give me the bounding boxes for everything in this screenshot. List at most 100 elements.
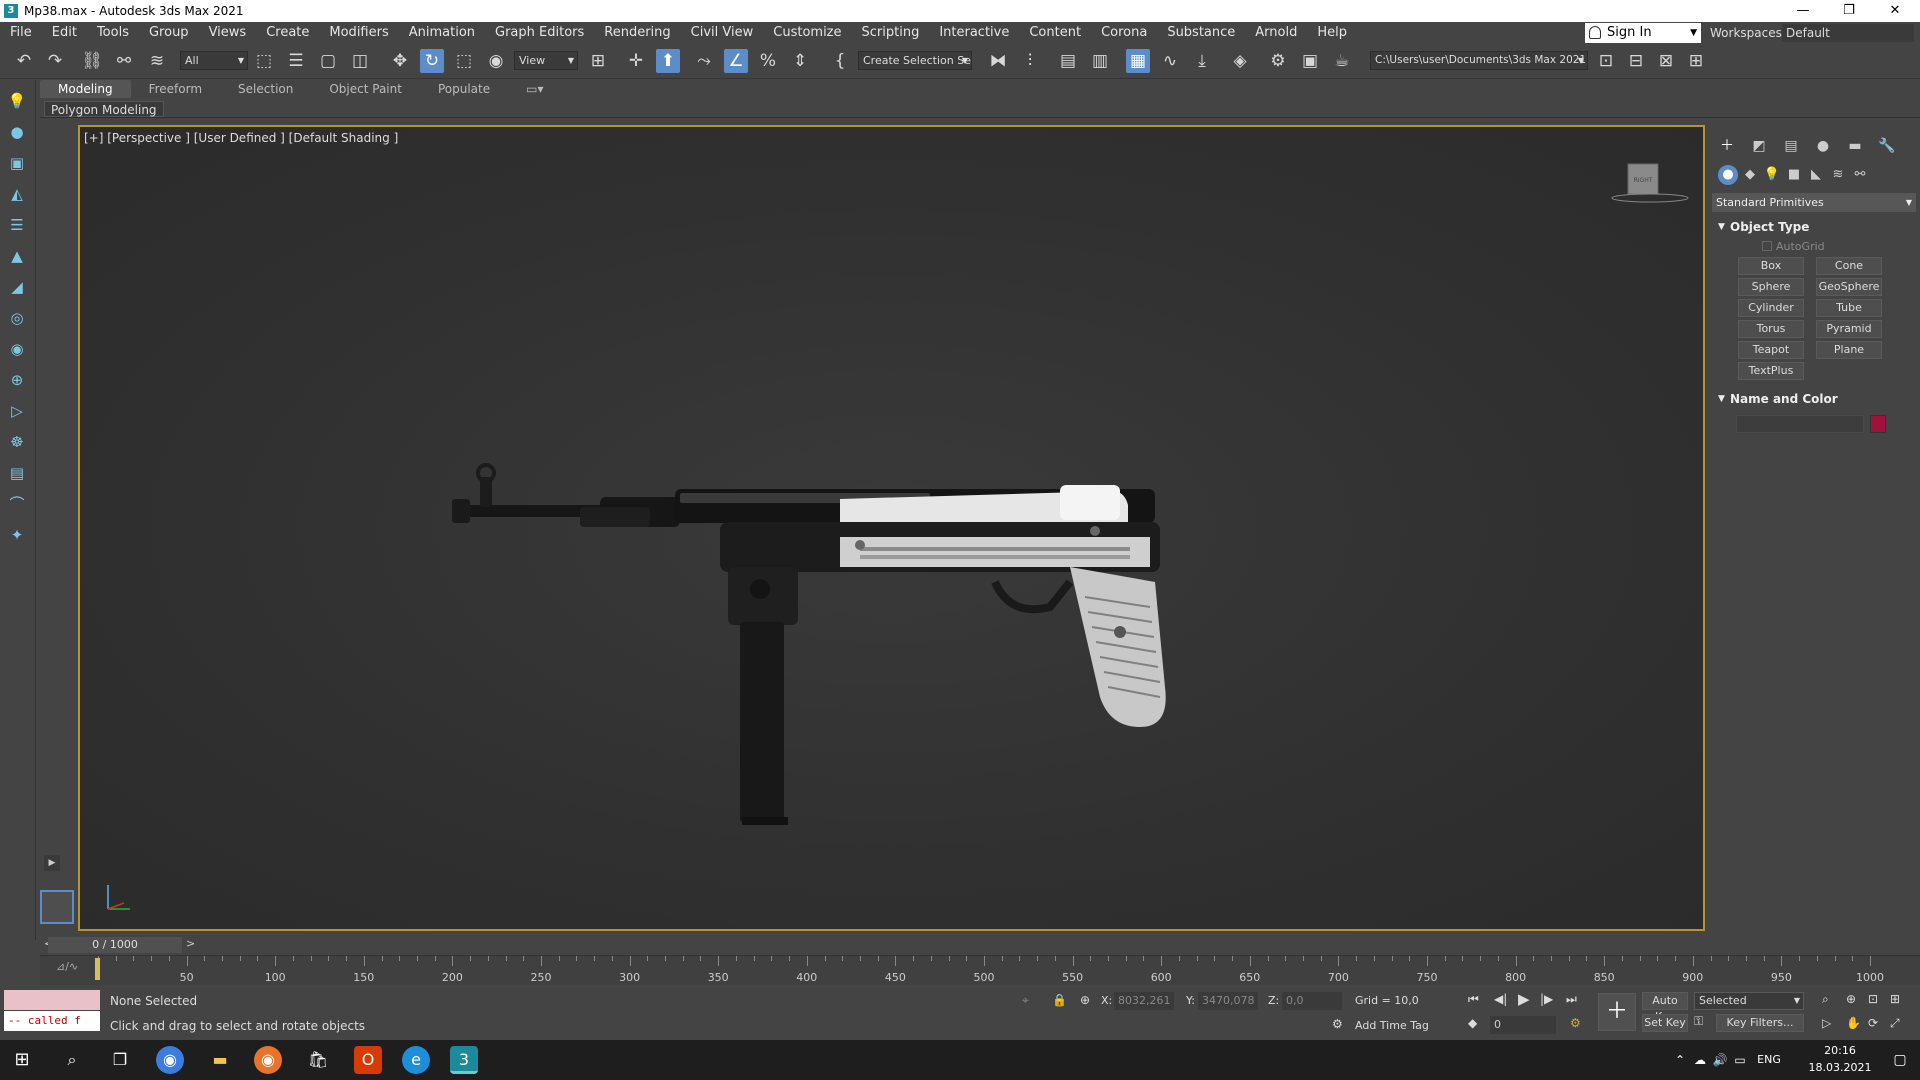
light-bulb-icon[interactable]: 💡 <box>6 90 28 112</box>
camera-icon[interactable]: ▣ <box>6 152 28 174</box>
zoom-all-icon[interactable]: ⊕ <box>1846 992 1856 1006</box>
unlink-icon[interactable]: ⚯ <box>112 49 136 73</box>
create-tab-icon[interactable]: ＋ <box>1716 135 1738 157</box>
xref-icon[interactable]: ▷ <box>6 400 28 422</box>
tube-button[interactable]: Tube <box>1816 299 1882 317</box>
network-icon[interactable]: ▭ <box>1732 1046 1748 1074</box>
display-tab-icon[interactable]: ▬ <box>1844 135 1866 157</box>
object-type-rollout-header[interactable]: ▼ Object Type <box>1712 218 1916 236</box>
plane-button[interactable]: Plane <box>1816 341 1882 359</box>
zoom-icon[interactable]: ⌕ <box>1822 992 1829 1007</box>
volume-icon[interactable]: 🔊 <box>1712 1046 1728 1074</box>
tray-chevron-icon[interactable]: ⌃ <box>1672 1046 1688 1074</box>
place-icon[interactable]: ◉ <box>484 49 508 73</box>
tab-populate[interactable]: Populate <box>420 80 508 98</box>
zoom-extents-all-icon[interactable]: ⊞ <box>1890 992 1900 1006</box>
shapes-icon[interactable]: ◭ <box>6 183 28 205</box>
spacewarps-icon[interactable]: ◎ <box>6 307 28 329</box>
menu-edit[interactable]: Edit <box>42 22 87 44</box>
menu-scripting[interactable]: Scripting <box>852 22 930 44</box>
project-create-icon[interactable]: ⊠ <box>1654 49 1678 73</box>
add-time-tag[interactable]: Add Time Tag <box>1355 1019 1429 1032</box>
maximize-viewport-icon[interactable]: ⤢ <box>1890 1016 1900 1031</box>
viewcube[interactable]: RIGHT <box>1610 162 1689 206</box>
track-bar[interactable]: ⊿/∿ 50 100 150 200 250 300 350 400 450 500 550 600 6… <box>40 955 1920 985</box>
clock-time[interactable]: 20:16 <box>1800 1044 1880 1057</box>
clock-date[interactable]: 18.03.2021 <box>1800 1061 1880 1074</box>
y-coordinate-field[interactable]: 3470,078 <box>1198 992 1258 1010</box>
menu-animation[interactable]: Animation <box>399 22 485 44</box>
current-frame-field[interactable]: 0 <box>1490 1016 1556 1034</box>
maxscript-listener-output[interactable]: -- called f <box>4 1011 100 1031</box>
orbit-icon[interactable]: ⟳ <box>1868 1016 1878 1030</box>
lights-icon[interactable]: 💡 <box>1762 165 1782 185</box>
time-slider[interactable]: 0 / 1000 <box>48 937 182 953</box>
isolate-icon[interactable]: ⌖ <box>1022 993 1029 1008</box>
redo-icon[interactable]: ↷ <box>43 49 67 73</box>
project-folder-dropdown[interactable]: C:\Users\user\Documents\3ds Max 2021 ▼ <box>1370 51 1588 70</box>
menu-content[interactable]: Content <box>1019 22 1091 44</box>
windows-start-icon[interactable]: ⊞ <box>8 1046 36 1074</box>
ribbon-toggle-icon[interactable]: ▦ <box>1126 49 1150 73</box>
3ds-max-taskbar-icon[interactable]: 3 <box>450 1046 478 1074</box>
close-button[interactable]: ✕ <box>1872 0 1918 22</box>
scale-icon[interactable]: ⬚ <box>452 49 476 73</box>
mirror-icon[interactable]: ⧓ <box>986 49 1010 73</box>
rendered-frame-window-icon[interactable]: ▣ <box>1298 49 1322 73</box>
key-filters-button[interactable]: Key Filters... <box>1716 1014 1804 1032</box>
ribbon-options-icon[interactable]: ▭▾ <box>508 80 561 98</box>
absolute-mode-icon[interactable]: ⊕ <box>1080 993 1090 1007</box>
menu-substance[interactable]: Substance <box>1157 22 1245 44</box>
selection-filter-dropdown[interactable]: All ▼ <box>180 51 248 70</box>
chrome-icon[interactable]: ◉ <box>156 1046 184 1074</box>
task-view-icon[interactable]: ❐ <box>106 1046 134 1074</box>
menu-modifiers[interactable]: Modifiers <box>319 22 398 44</box>
time-configuration-icon[interactable]: ⚙ <box>1570 1016 1581 1030</box>
next-frame-icon[interactable]: |▶ <box>1540 992 1553 1006</box>
menu-file[interactable]: File <box>0 22 42 44</box>
undo-icon[interactable]: ↶ <box>12 49 36 73</box>
menu-views[interactable]: Views <box>199 22 257 44</box>
menu-help[interactable]: Help <box>1307 22 1357 44</box>
polygon-modeling-panel[interactable]: Polygon Modeling <box>44 101 164 117</box>
primitive-category-dropdown[interactable]: Standard Primitives ▼ <box>1712 193 1916 212</box>
utilities-tab-icon[interactable]: 🔧 <box>1876 135 1898 157</box>
menu-corona[interactable]: Corona <box>1091 22 1157 44</box>
time-marker[interactable] <box>95 958 100 980</box>
curve-editor-mini-icon[interactable]: ⊿/∿ <box>56 960 78 973</box>
object-name-field[interactable] <box>1736 415 1864 433</box>
geometry-icon[interactable]: ● <box>1718 165 1738 185</box>
keyboard-shortcut-override-icon[interactable]: ⬆ <box>656 49 680 73</box>
key-mode-dropdown[interactable]: Selected ▼ <box>1694 992 1804 1010</box>
autogrid-checkbox[interactable]: AutoGrid <box>1762 240 1825 253</box>
tab-selection[interactable]: Selection <box>220 80 311 98</box>
tab-modeling[interactable]: Modeling <box>40 80 131 98</box>
helpers-icon[interactable]: ▲ <box>6 245 28 267</box>
menu-graph-editors[interactable]: Graph Editors <box>485 22 594 44</box>
select-by-name-icon[interactable]: ☰ <box>284 49 308 73</box>
groups-icon[interactable]: ⊕ <box>6 369 28 391</box>
snaps-toggle-icon[interactable]: ⤳ <box>692 49 716 73</box>
play-icon[interactable]: ▶ <box>1518 990 1530 1008</box>
time-slider-next[interactable]: > <box>186 937 195 950</box>
hide-icon[interactable]: ✦ <box>6 524 28 546</box>
expand-arrow-icon[interactable]: ▶ <box>44 855 60 871</box>
set-key-button[interactable]: Set Key <box>1642 1014 1688 1032</box>
previous-frame-icon[interactable]: ◀| <box>1494 992 1507 1006</box>
maximize-button[interactable]: ❐ <box>1826 0 1872 22</box>
auto-key-button[interactable]: Auto Key <box>1642 992 1688 1023</box>
office-icon[interactable]: O <box>354 1046 382 1074</box>
select-object-icon[interactable]: ⬚ <box>252 49 276 73</box>
tab-freeform[interactable]: Freeform <box>131 80 220 98</box>
set-key-large-icon[interactable]: ＋ <box>1598 993 1636 1031</box>
bind-space-warp-icon[interactable]: ≋ <box>145 49 169 73</box>
hierarchy-tab-icon[interactable]: ▤ <box>1780 135 1802 157</box>
cylinder-button[interactable]: Cylinder <box>1738 299 1804 317</box>
layer-explorer-icon[interactable]: ▥ <box>1088 49 1112 73</box>
go-to-end-icon[interactable]: ⏭ <box>1566 992 1577 1007</box>
rect-selection-icon[interactable]: ▢ <box>316 49 340 73</box>
tab-object-paint[interactable]: Object Paint <box>311 80 420 98</box>
manipulate-icon[interactable]: ✛ <box>624 49 648 73</box>
material-editor-icon[interactable]: ◈ <box>1228 49 1252 73</box>
geosphere-button[interactable]: GeoSphere <box>1816 278 1882 296</box>
